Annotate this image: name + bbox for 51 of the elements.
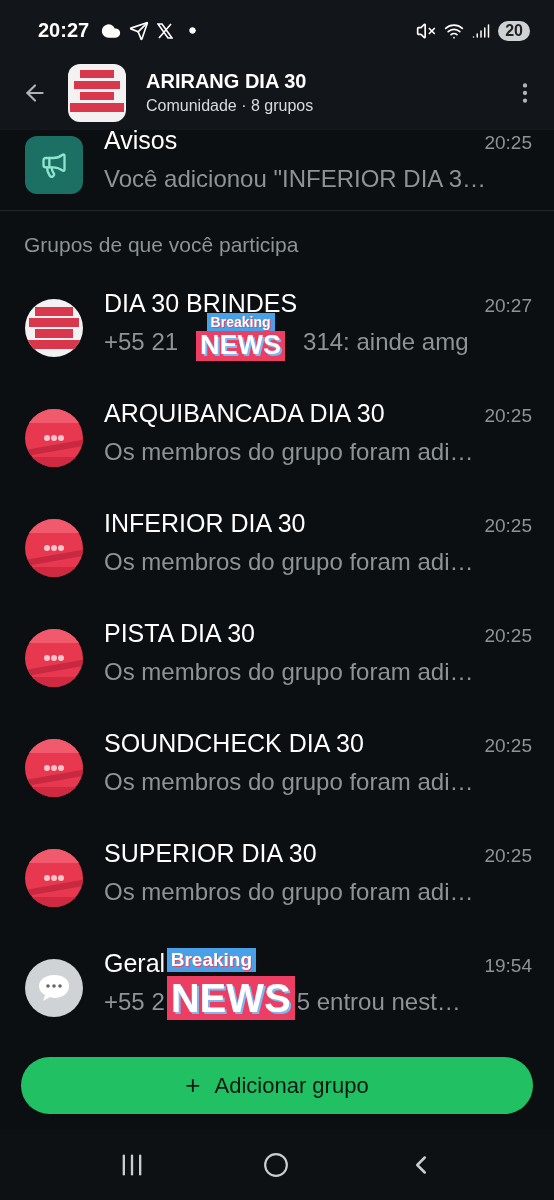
message-preview: 5 entrou nest… xyxy=(296,988,461,1016)
group-name: INFERIOR DIA 30 xyxy=(104,509,306,538)
group-row[interactable]: PISTA DIA 30 20:25 Os membros do grupo foram adi… xyxy=(0,601,554,711)
group-name: PISTA DIA 30 xyxy=(104,619,255,648)
message-time: 20:25 xyxy=(484,625,532,647)
clock: 20:27 xyxy=(38,19,90,42)
message-preview: 314: ainde amg xyxy=(303,328,469,356)
group-name: SOUNDCHECK DIA 30 xyxy=(104,729,364,758)
group-row[interactable]: Geral 19:54 +55 2 Breaking NEWS 5 entrou nest… xyxy=(0,931,554,1041)
sticker-label: Breaking xyxy=(166,948,257,972)
message-preview: +55 21 xyxy=(104,328,179,356)
add-group-button[interactable]: + Adicionar grupo xyxy=(21,1057,533,1114)
message-preview: Os membros do grupo foram adi… xyxy=(104,878,474,906)
message-preview: Os membros do grupo foram adi… xyxy=(104,548,474,576)
message-time: 20:27 xyxy=(484,295,532,317)
sticker-label: NEWS xyxy=(166,976,295,1020)
message-time: 20:25 xyxy=(484,405,532,427)
group-name: Geral xyxy=(104,949,166,978)
message-time: 20:25 xyxy=(484,515,532,537)
x-logo-icon xyxy=(157,22,174,39)
message-time: 20:25 xyxy=(484,132,532,154)
group-name: Avisos xyxy=(104,126,178,155)
announcements-row[interactable]: Avisos 20:25 Você adicionou "INFERIOR DIA 3… xyxy=(0,126,554,190)
message-preview: Os membros do grupo foram adi… xyxy=(104,438,474,466)
message-time: 20:25 xyxy=(484,845,532,867)
signal-icon xyxy=(472,21,491,40)
message-time: 20:25 xyxy=(484,735,532,757)
message-preview: Você adicionou "INFERIOR DIA 3… xyxy=(104,165,488,193)
megaphone-icon xyxy=(40,151,68,179)
group-name: ARQUIBANCADA DIA 30 xyxy=(104,399,385,428)
battery-level: 20 xyxy=(498,20,530,41)
section-title: Grupos de que você participa xyxy=(23,232,300,258)
message-preview: Os membros do grupo foram adi… xyxy=(104,658,474,686)
group-row[interactable]: ARQUIBANCADA DIA 30 20:25 Os membros do grupo foram adi… xyxy=(0,381,554,491)
message-preview: Os membros do grupo foram adi… xyxy=(104,768,474,796)
group-row[interactable]: SUPERIOR DIA 30 20:25 Os membros do grupo foram adi… xyxy=(0,821,554,931)
community-subtitle: Comunidade · 8 grupos xyxy=(146,97,315,115)
dot-icon xyxy=(189,27,197,34)
community-title: ARIRANG DIA 30 xyxy=(146,70,308,93)
group-row[interactable]: DIA 30 BRINDES 20:27 +55 21 Breaking NEWS 314: ainde amg xyxy=(0,271,554,381)
paper-plane-icon xyxy=(129,20,150,41)
speech-bubble-icon xyxy=(37,973,71,1003)
home-icon[interactable] xyxy=(263,1152,289,1178)
sticker-label: NEWS xyxy=(196,331,286,361)
group-row[interactable]: INFERIOR DIA 30 20:25 Os membros do grupo foram adi… xyxy=(0,491,554,601)
message-preview: +55 2 xyxy=(104,988,165,1016)
muted-icon xyxy=(416,20,437,41)
sticker-label: Breaking xyxy=(206,313,275,332)
message-time: 19:54 xyxy=(484,955,532,977)
group-row[interactable]: SOUNDCHECK DIA 30 20:25 Os membros do grupo foram adi… xyxy=(0,711,554,821)
group-name: SUPERIOR DIA 30 xyxy=(104,839,317,868)
